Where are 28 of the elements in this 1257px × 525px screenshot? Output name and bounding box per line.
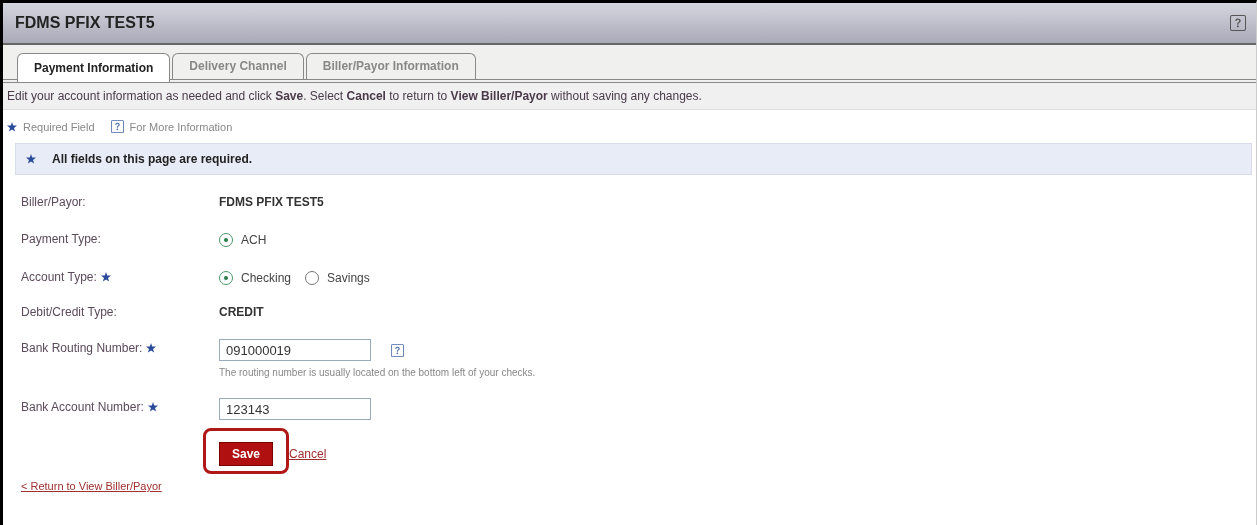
instructions: Edit your account information as needed and click Save. Select Cancel to return to View Biller/Payor without saving any changes. bbox=[3, 83, 1256, 110]
radio-label: Savings bbox=[327, 271, 370, 285]
return-link[interactable]: < Return to View Biller/Payor bbox=[21, 480, 162, 492]
field-label: Payment Type: bbox=[21, 232, 101, 246]
field-hint: The routing number is usually located on the bottom left of your checks. bbox=[219, 367, 537, 378]
radio-label: Checking bbox=[241, 271, 292, 285]
field-label: Debit/Credit Type: bbox=[21, 305, 117, 319]
field-label: Bank Account Number: bbox=[21, 400, 144, 414]
field-value: CREDIT bbox=[219, 305, 265, 319]
legend-label: Required Field bbox=[23, 120, 95, 133]
text-input[interactable]: 123143 bbox=[219, 398, 371, 420]
radio-label: ACH bbox=[241, 233, 267, 247]
help-icon[interactable] bbox=[110, 120, 124, 133]
tab[interactable]: Payment Information bbox=[17, 53, 171, 82]
save-button[interactable]: Save bbox=[219, 442, 274, 466]
help-icon[interactable] bbox=[1230, 15, 1246, 31]
field-label: Bank Routing Number: bbox=[21, 341, 143, 355]
notice-text: All fields on this page are required. bbox=[52, 152, 253, 166]
help-icon[interactable] bbox=[391, 343, 404, 357]
field-value: FDMS PFIX TEST5 bbox=[219, 195, 325, 209]
text-input[interactable]: 091000019 bbox=[219, 339, 371, 361]
field-label: Biller/Payor: bbox=[21, 195, 86, 209]
required-star-icon bbox=[26, 154, 36, 164]
window-title: FDMS PFIX TEST5 bbox=[15, 14, 155, 32]
cancel-link[interactable]: Cancel bbox=[289, 447, 327, 461]
required-star-icon bbox=[7, 121, 17, 132]
legend-label: For More Information bbox=[129, 120, 233, 133]
field-label: Account Type: bbox=[21, 270, 97, 284]
